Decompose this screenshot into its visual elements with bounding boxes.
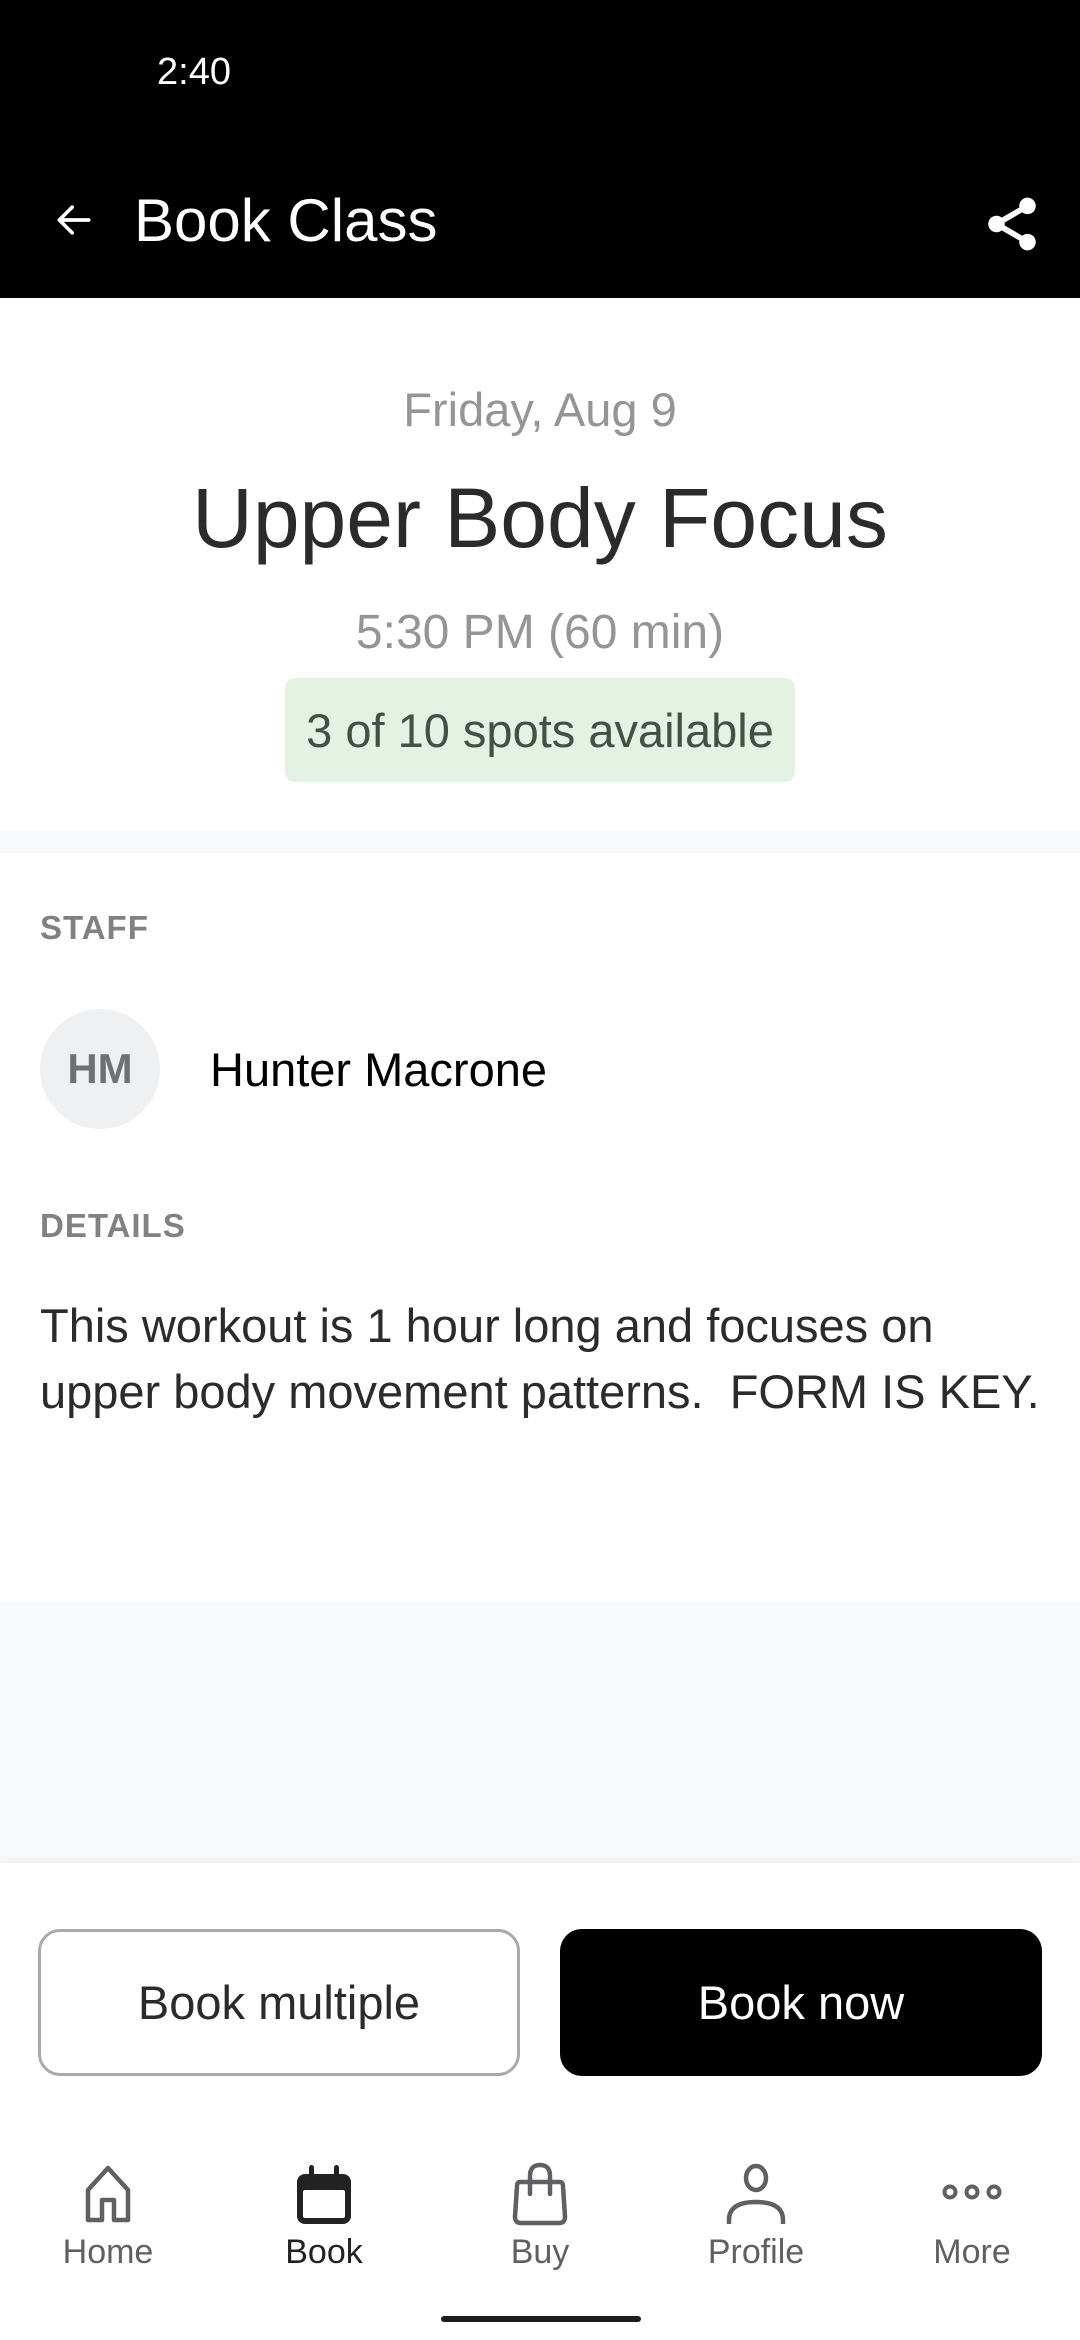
nav-item-buy[interactable]: Buy [432, 2160, 648, 2280]
home-indicator[interactable] [441, 2316, 641, 2322]
book-now-button[interactable]: Book now [560, 1929, 1042, 2076]
status-bar: 2:40 [0, 0, 1080, 150]
app-bar: Book Class [0, 150, 1080, 298]
nav-label-home: Home [62, 2233, 154, 2271]
content-background [0, 1602, 1080, 1863]
spots-available-badge: 3 of 10 spots available [285, 678, 795, 782]
book-multiple-button[interactable]: Book multiple [38, 1929, 520, 2076]
nav-item-home[interactable]: Home [0, 2160, 216, 2280]
nav-item-more[interactable]: More [864, 2160, 1080, 2280]
staff-member[interactable]: HM Hunter Macrone [40, 1009, 1040, 1129]
bottom-navigation: Home Book Buy Profile More [0, 2160, 1080, 2280]
class-time: 5:30 PM (60 min) [355, 606, 725, 659]
class-summary: Friday, Aug 9 Upper Body Focus 5:30 PM (… [0, 298, 1080, 830]
avatar: HM [40, 1009, 160, 1129]
more-horizontal-icon [942, 2184, 1002, 2200]
details-section-label: DETAILS [40, 1207, 186, 1244]
class-description: This workout is 1 hour long and focuses … [40, 1299, 1040, 1418]
section-divider [0, 830, 1080, 853]
nav-label-book: Book [285, 2233, 363, 2271]
nav-label-profile: Profile [707, 2233, 805, 2271]
status-time: 2:40 [157, 51, 231, 93]
arrow-left-icon [57, 205, 91, 235]
nav-item-profile[interactable]: Profile [648, 2160, 864, 2280]
staff-name: Hunter Macrone [210, 1042, 547, 1096]
page-title: Book Class [134, 187, 438, 254]
back-button[interactable] [38, 190, 110, 250]
share-icon [988, 197, 1036, 251]
class-name: Upper Body Focus [192, 471, 888, 565]
shopping-bag-icon [512, 2162, 568, 2226]
share-button[interactable] [972, 186, 1052, 262]
nav-label-buy: Buy [510, 2233, 570, 2271]
calendar-icon [297, 2165, 351, 2224]
staff-section-label: STAFF [40, 909, 149, 946]
person-icon [726, 2163, 786, 2224]
class-date: Friday, Aug 9 [403, 383, 677, 436]
home-icon [85, 2165, 131, 2223]
nav-item-book[interactable]: Book [216, 2160, 432, 2280]
nav-label-more: More [933, 2233, 1011, 2271]
